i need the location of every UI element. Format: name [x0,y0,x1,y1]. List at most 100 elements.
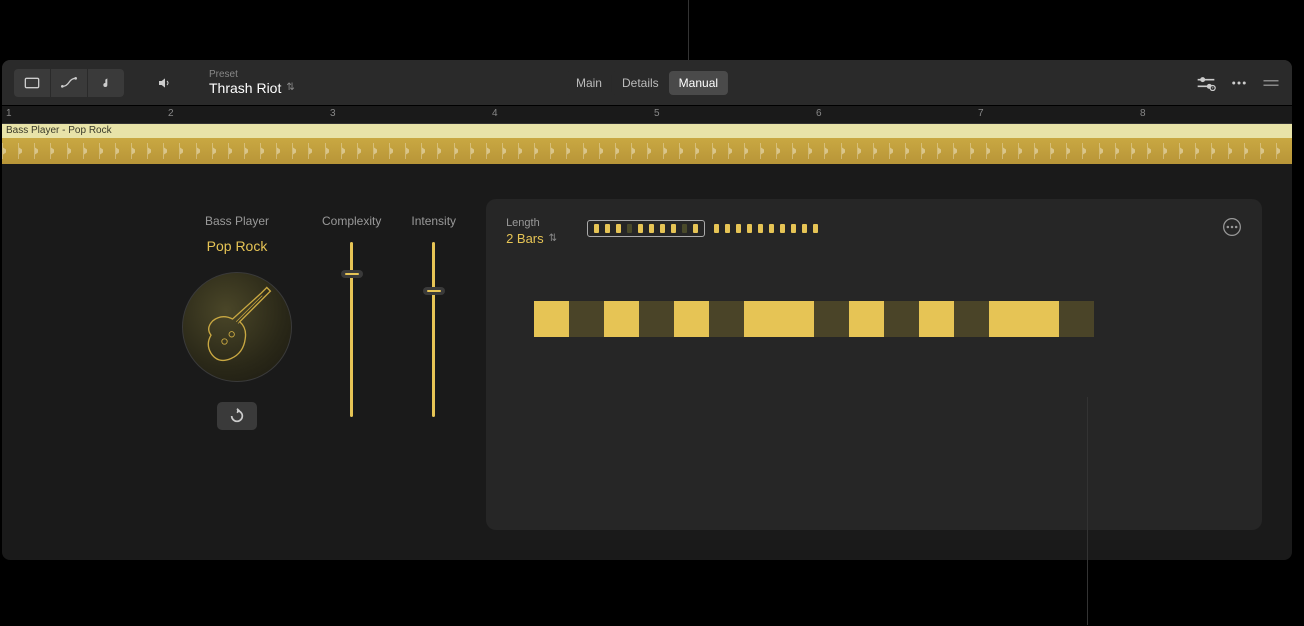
pattern-panel: Length 2 Bars ⇅ [486,199,1262,530]
left-panel: Bass Player Pop Rock [182,214,456,530]
toolbar: Preset Thrash Riot ⇅ Main Details Manual [2,60,1292,106]
complexity-slider[interactable] [350,242,353,417]
pattern-step[interactable] [639,301,674,337]
beat-dot [671,224,676,233]
pattern-step[interactable] [954,301,989,337]
complexity-thumb[interactable] [341,270,363,278]
beat-dot [616,224,621,233]
tab-details[interactable]: Details [612,71,669,95]
length-value: 2 Bars [506,231,544,246]
pattern-step[interactable] [1059,301,1094,337]
intensity-thumb[interactable] [423,287,445,295]
beat-dot [693,224,698,233]
player-style-label: Pop Rock [207,238,268,254]
beat-dot [747,224,752,233]
dots-icon [1230,75,1248,91]
tab-manual[interactable]: Manual [669,71,728,95]
timeline-marker: 7 [978,108,984,119]
complexity-label: Complexity [322,214,381,228]
pattern-more-button[interactable] [1222,217,1242,242]
beat-dot [769,224,774,233]
beat-dot [791,224,796,233]
automation-button[interactable] [51,69,87,97]
view-mode-button[interactable] [14,69,50,97]
preset-dropdown[interactable]: Preset Thrash Riot ⇅ [209,69,295,96]
pattern-step[interactable] [744,301,779,337]
more-options-button[interactable] [1230,75,1248,91]
pattern-step[interactable] [1024,301,1059,337]
beat-dot [813,224,818,233]
note-icon [98,76,114,90]
beat-group-1[interactable] [587,220,705,237]
chevron-updown-icon: ⇅ [549,234,557,244]
chevron-updown-icon: ⇅ [286,83,294,93]
timeline-marker: 6 [816,108,822,119]
lines-icon [1262,76,1280,90]
complexity-section: Complexity [322,214,381,417]
timeline-marker: 3 [330,108,336,119]
pattern-step[interactable] [674,301,709,337]
timeline-marker: 2 [168,108,174,119]
settings-button[interactable]: + [1196,75,1216,91]
length-label: Length [506,217,557,229]
timeline-marker: 1 [6,108,12,119]
refresh-button[interactable] [217,402,257,430]
pattern-step[interactable] [569,301,604,337]
volume-button[interactable] [147,69,183,97]
pattern-step[interactable] [989,301,1024,337]
sliders-icon: + [1196,75,1216,91]
pattern-step[interactable] [849,301,884,337]
pattern-step[interactable] [884,301,919,337]
player-section: Bass Player Pop Rock [182,214,292,430]
panel-header: Length 2 Bars ⇅ [506,217,1242,246]
player-avatar[interactable] [182,272,292,382]
main-content: Bass Player Pop Rock [2,164,1292,560]
preset-label: Preset [209,69,295,80]
timeline-ruler[interactable]: 1 2 3 4 5 6 7 8 [2,106,1292,124]
beat-dot [714,224,719,233]
tab-main[interactable]: Main [566,71,612,95]
note-button[interactable] [88,69,124,97]
beat-dot [594,224,599,233]
menu-button[interactable] [1262,76,1280,90]
beat-indicator [587,220,824,237]
more-circle-icon [1222,217,1242,237]
pattern-step[interactable] [604,301,639,337]
beat-dot [638,224,643,233]
beat-dot [627,224,632,233]
pattern-row [534,301,1242,337]
app-window: Preset Thrash Riot ⇅ Main Details Manual [2,60,1292,560]
toolbar-left: Preset Thrash Riot ⇅ [14,69,295,97]
preset-value: Thrash Riot [209,80,281,96]
pattern-step[interactable] [814,301,849,337]
intensity-slider[interactable] [432,242,435,417]
intensity-section: Intensity [411,214,456,417]
timeline-marker: 5 [654,108,660,119]
pattern-step[interactable] [919,301,954,337]
beat-dot [605,224,610,233]
tabs-group: Main Details Manual [566,71,728,95]
annotation-line-top [688,0,689,60]
pattern-step[interactable] [709,301,744,337]
beat-dot [682,224,687,233]
pattern-step[interactable] [779,301,814,337]
beat-dot [660,224,665,233]
region-waveform [2,138,1292,164]
track-region[interactable]: Bass Player - Pop Rock [2,124,1292,164]
beat-dot [649,224,654,233]
bass-guitar-icon [193,283,283,373]
player-type-label: Bass Player [205,214,269,228]
beat-dot [736,224,741,233]
beat-dot [758,224,763,233]
beat-dot [780,224,785,233]
speaker-icon [157,76,173,90]
region-name: Bass Player - Pop Rock [2,124,1292,138]
rectangle-icon [24,76,40,90]
annotation-line-right [1087,397,1088,625]
intensity-label: Intensity [411,214,456,228]
beat-group-2[interactable] [708,221,824,236]
pattern-step[interactable] [534,301,569,337]
toolbar-right: + [1196,75,1280,91]
beat-dot [802,224,807,233]
length-dropdown[interactable]: Length 2 Bars ⇅ [506,217,557,246]
